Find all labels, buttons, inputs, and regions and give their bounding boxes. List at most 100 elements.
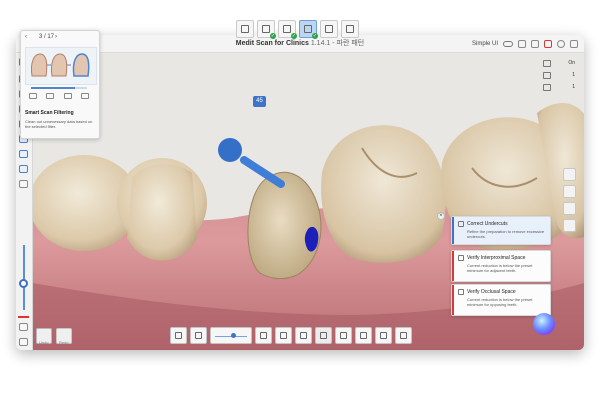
upper-jaw-tool-button[interactable]: ✓: [257, 20, 276, 39]
color-palette-icon[interactable]: [563, 202, 576, 215]
tooth-icon: [340, 331, 347, 339]
bottom-toolbar: [170, 325, 412, 345]
page-counter: 3 / 17: [39, 34, 55, 40]
simple-ui-label: Simple UI: [471, 40, 498, 47]
indicator-value: 1: [572, 72, 575, 78]
next-button[interactable]: ›: [55, 34, 57, 40]
card-description: Refine the preparation to remove excessi…: [467, 229, 545, 239]
card-accent: [452, 217, 454, 244]
filter-strength-slider[interactable]: [31, 87, 87, 89]
bite-tool-button[interactable]: [255, 326, 272, 344]
layer-icon[interactable]: [543, 72, 551, 79]
trim-icon: [175, 331, 182, 339]
review-tool-button[interactable]: [341, 20, 359, 38]
play-icon: [300, 331, 307, 339]
layer-icon[interactable]: [543, 84, 551, 91]
smart-filter-panel: ‹ 3 / 17 › Smart Scan Filtering Clean ou…: [20, 30, 100, 139]
card-title: Verify Occlusal Space: [467, 289, 516, 295]
close-checklist-button[interactable]: ×: [437, 212, 445, 220]
undo-label: Undo: [39, 340, 49, 345]
trash-icon: [380, 331, 387, 339]
card-title: Verify Interproximal Space: [467, 255, 526, 261]
view-3d-button[interactable]: [275, 326, 292, 344]
lower-jaw-icon: [283, 25, 291, 33]
help-icon[interactable]: [557, 39, 565, 48]
filter-icon[interactable]: [19, 150, 28, 158]
right-side-tools: [563, 168, 577, 232]
filter-mode-icon[interactable]: [63, 93, 72, 99]
lower-jaw-tool-button[interactable]: ✓: [278, 20, 297, 39]
section-icon: [320, 331, 327, 339]
clean-icon: [360, 331, 367, 339]
screenshot-icon[interactable]: [518, 39, 526, 48]
check-icon: ✓: [270, 33, 276, 39]
scan-clean-button[interactable]: [355, 326, 372, 344]
filter-illustration: [25, 47, 97, 85]
upper-jaw-icon: [262, 25, 270, 33]
redo-label: Redo: [59, 340, 69, 345]
zoom-knob[interactable]: [231, 332, 236, 338]
lock-area-button[interactable]: [190, 326, 207, 344]
filter-mode-icon[interactable]: [80, 93, 89, 99]
zoom-slider[interactable]: [210, 326, 252, 344]
edit-icon: [241, 25, 249, 33]
delete-button[interactable]: [375, 326, 392, 344]
occlusal-icon: [458, 289, 464, 295]
right-top-indicators: On 1 1: [543, 55, 575, 95]
settings-icon[interactable]: [570, 39, 578, 48]
card-accent: [452, 285, 454, 315]
checklist-card-interproximal[interactable]: Verify Interproximal Space Current reduc…: [451, 250, 551, 282]
check-icon: ✓: [312, 33, 318, 39]
trim-tool-button[interactable]: [170, 326, 187, 344]
filter-mode-options: [29, 93, 89, 101]
panel-title: Smart Scan Filtering: [25, 110, 74, 116]
check-icon: ✓: [291, 33, 297, 39]
camera-icon[interactable]: [563, 168, 576, 181]
checklist-icon: [346, 25, 354, 33]
card-title: Correct Undercuts: [467, 221, 508, 227]
rotate-icon[interactable]: [563, 185, 576, 198]
ai-assistant-orb[interactable]: [533, 313, 555, 335]
occlusion-icon: [325, 25, 333, 33]
brightness-slider-track[interactable]: [23, 245, 25, 310]
play-button[interactable]: [295, 326, 312, 344]
window-icon[interactable]: [531, 39, 539, 48]
card-description: Current reduction is below the preset mi…: [467, 297, 533, 307]
align-icon[interactable]: [19, 165, 28, 173]
brightness-slider-knob[interactable]: [19, 279, 28, 288]
indicator-value: 1: [572, 84, 575, 90]
simple-ui-toggle[interactable]: [503, 40, 513, 47]
link-icon[interactable]: [19, 323, 28, 331]
checklist-card-undercuts[interactable]: Correct Undercuts Refine the preparation…: [451, 216, 551, 245]
interproximal-icon: [458, 255, 464, 261]
gear-icon[interactable]: [19, 338, 28, 346]
tooth-number-badge: 45: [253, 96, 266, 107]
lock-icon[interactable]: [543, 60, 551, 67]
prep-icon: [304, 25, 312, 33]
report-button[interactable]: [395, 326, 412, 344]
section-button[interactable]: [315, 326, 332, 344]
indicator-value: On: [568, 60, 575, 66]
titlebar-right-controls: Simple UI: [472, 37, 578, 50]
record-indicator: [18, 316, 29, 318]
card-accent: [452, 251, 454, 281]
undercut-icon: [458, 221, 464, 227]
edit-tool-button[interactable]: [236, 20, 254, 38]
prep-tool-button[interactable]: ✓: [299, 20, 318, 39]
prev-button[interactable]: ‹: [25, 34, 27, 40]
record-icon[interactable]: [544, 39, 552, 48]
tooth-view-icon[interactable]: [563, 219, 576, 232]
tooth-filter-steps-icon: [31, 53, 90, 77]
occlusion-tool-button[interactable]: [320, 20, 338, 38]
checklist-card-occlusal[interactable]: Verify Occlusal Space Current reduction …: [451, 284, 551, 316]
panel-description: Clean out unnecessary data based on the …: [25, 119, 93, 129]
cube-icon: [280, 331, 287, 339]
lock-area-icon: [195, 331, 202, 339]
bite-icon: [260, 331, 267, 339]
stage-toolbar: ✓ ✓ ✓: [236, 20, 359, 42]
filter-mode-icon[interactable]: [46, 93, 55, 99]
filter-mode-icon[interactable]: [29, 93, 37, 99]
layers-icon[interactable]: [19, 180, 28, 188]
tooth-select-button[interactable]: [335, 326, 352, 344]
card-description: Current reduction is below the preset mi…: [467, 263, 533, 273]
